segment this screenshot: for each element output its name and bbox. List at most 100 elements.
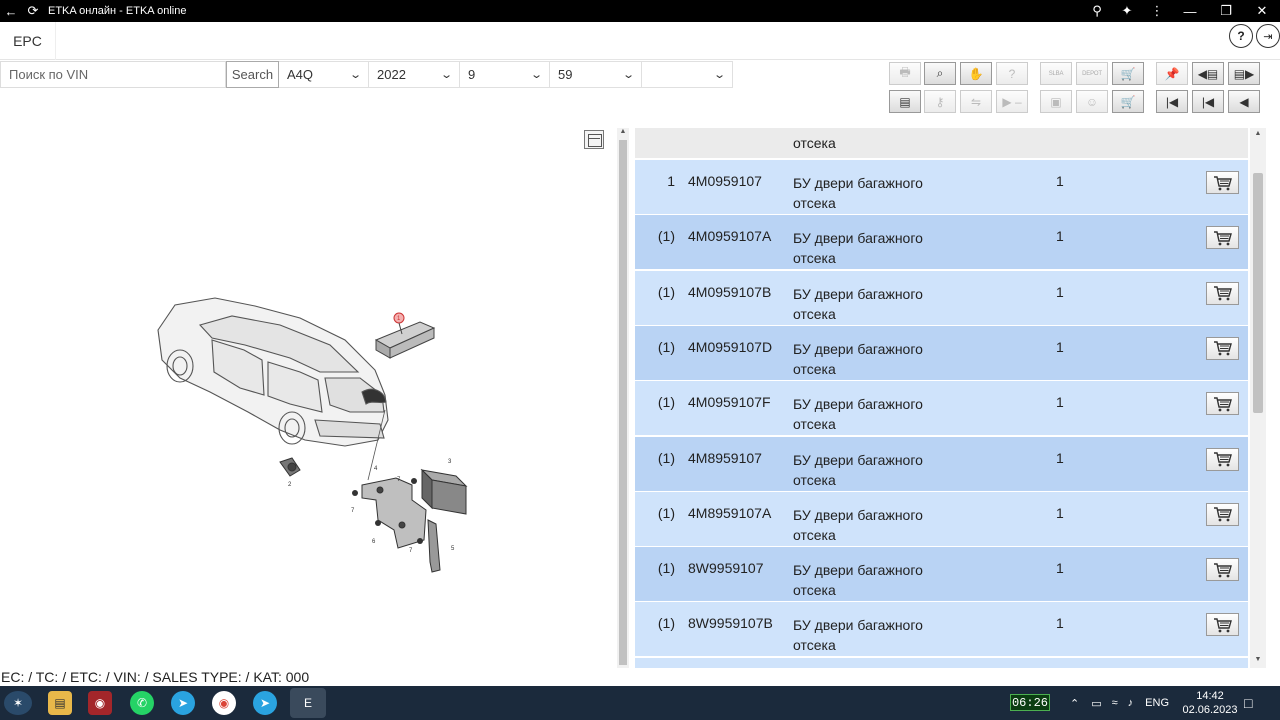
list-icon[interactable]: ▤ [889, 90, 921, 113]
prev-page-icon[interactable]: ◀▤ [1192, 62, 1224, 85]
table-row-partial[interactable] [635, 657, 1248, 668]
chrome-icon[interactable]: ◉ [212, 691, 236, 715]
table-row-partial[interactable]: отсека [635, 128, 1248, 159]
add-to-cart-button[interactable] [1206, 336, 1239, 360]
speaker-icon[interactable]: ♪ [1128, 697, 1134, 709]
extra-select[interactable]: ⌄ [642, 61, 733, 88]
callout-4[interactable]: 4 [374, 466, 378, 472]
notifications-icon[interactable]: □ [1244, 686, 1252, 720]
search-catalog-icon[interactable]: ⌕ [924, 62, 956, 85]
search-button[interactable]: Search [226, 61, 279, 88]
cart-icon [1213, 175, 1232, 190]
table-row[interactable]: (1) 4M0959107A 1 БУ двери багажного отсека [635, 215, 1248, 271]
next-page-icon[interactable]: ▤▶ [1228, 62, 1260, 85]
add-to-cart-button[interactable] [1206, 558, 1239, 582]
table-row[interactable]: (1) 4M8959107A 1 БУ двери багажного отсека [635, 491, 1248, 547]
prev-icon[interactable]: |◀ [1192, 90, 1224, 113]
add-to-cart-button[interactable] [1206, 281, 1239, 305]
start-icon[interactable]: ✶ [4, 691, 32, 715]
callout-6[interactable]: 6 [372, 539, 376, 545]
callout-7a[interactable]: 7 [351, 508, 355, 514]
table-row[interactable]: (1) 4M0959107B 1 БУ двери багажного отсека [635, 270, 1248, 326]
battery-icon[interactable]: ▭ [1091, 697, 1101, 710]
close-icon[interactable]: ✕ [1244, 0, 1280, 22]
help-button[interactable]: ? [1229, 24, 1253, 48]
part-position: 1 [667, 173, 675, 189]
table-row[interactable]: (1) 4M0959107D 1 БУ двери багажного отсека [635, 325, 1248, 381]
wifi-icon[interactable]: ≈ [1112, 697, 1118, 709]
add-to-cart-button[interactable] [1206, 502, 1239, 526]
table-row[interactable]: 1 4M0959107 1 БУ двери багажного отсека [635, 160, 1248, 215]
table-row[interactable]: (1) 4M8959107 1 БУ двери багажного отсека [635, 436, 1248, 492]
add-to-cart-button[interactable] [1206, 171, 1239, 194]
first-page-icon[interactable]: |◀ [1156, 90, 1188, 113]
cart-icon[interactable]: 🛒 [1112, 90, 1144, 113]
callout-7c[interactable]: 7 [409, 548, 413, 554]
pane-layout-toggle-icon[interactable] [584, 130, 604, 149]
zoom-icon[interactable]: ⚲ [1082, 0, 1112, 22]
part-quantity: 1 [1056, 394, 1064, 411]
table-row[interactable]: (1) 8W9959107 1 БУ двери багажного отсека [635, 547, 1248, 603]
telegram-icon[interactable]: ➤ [171, 691, 195, 715]
callout-3[interactable]: 3 [448, 459, 452, 465]
part-position: (1) [657, 394, 675, 411]
part-description: БУ двери багажного отсека [793, 615, 943, 655]
part-description: БУ двери багажного отсека [793, 284, 943, 324]
exit-icon[interactable]: ⇥ [1256, 24, 1280, 48]
add-to-cart-button[interactable] [1206, 392, 1239, 416]
add-to-cart-button[interactable] [1206, 613, 1239, 637]
menu-kebab-icon[interactable]: ⋮ [1142, 0, 1172, 22]
chevron-down-icon: ⌄ [621, 69, 635, 81]
illustration-scrollbar[interactable]: ▲ [617, 128, 629, 668]
file-explorer-icon[interactable]: ▤ [48, 691, 72, 715]
telegram-2-icon[interactable]: ➤ [253, 691, 277, 715]
part-quantity: 1 [1056, 504, 1064, 521]
minus-icon-glyph: ▶ – [1002, 94, 1022, 109]
scroll-up-icon[interactable]: ▲ [1250, 130, 1266, 137]
parts-scrollbar[interactable]: ▲ ▼ [1250, 128, 1266, 668]
part-position: (1) [657, 615, 675, 632]
add-to-cart-button[interactable] [1206, 226, 1239, 250]
table-row[interactable]: (1) 4M0959107F 1 БУ двери багажного отсека [635, 381, 1248, 437]
back-icon[interactable]: ◀ [1228, 90, 1260, 113]
tab-epc[interactable]: EPC [0, 22, 56, 60]
cart-icon [1213, 562, 1232, 577]
person-icon: ☺ [1076, 90, 1108, 113]
scroll-thumb[interactable] [619, 140, 627, 665]
subgroup-select[interactable]: 59 ⌄ [550, 61, 642, 88]
cart-arrow-icon[interactable]: 🛒 [1112, 62, 1144, 85]
part-description: БУ двери багажного отсека [793, 173, 943, 213]
scroll-up-icon[interactable]: ▲ [617, 128, 629, 140]
group-select[interactable]: 9 ⌄ [460, 61, 550, 88]
callout-2[interactable]: 2 [288, 482, 292, 488]
model-select[interactable]: A4Q ⌄ [279, 61, 369, 88]
pin-icon: 📌 [1156, 62, 1188, 85]
app-red-icon[interactable]: ◉ [88, 691, 112, 715]
back-arrow-icon[interactable]: ← [0, 0, 22, 22]
language-indicator[interactable]: ENG [1145, 697, 1169, 709]
reload-icon[interactable]: ⟳ [22, 0, 44, 22]
prev-page-icon-glyph: ◀▤ [1197, 66, 1219, 81]
callout-5[interactable]: 5 [451, 546, 455, 552]
cart-icon [1213, 231, 1232, 246]
scroll-down-icon[interactable]: ▼ [1250, 656, 1266, 663]
add-to-cart-button[interactable] [1206, 447, 1239, 471]
year-select[interactable]: 2022 ⌄ [369, 61, 460, 88]
system-tray: ⌃ ▭ ≈ ♪ ENG [1070, 686, 1169, 720]
parts-illustration: 1 2 3 4 5 6 7 7 7 [0, 128, 612, 668]
whatsapp-icon[interactable]: ✆ [130, 691, 154, 715]
vin-search-input[interactable] [0, 61, 226, 88]
part-quantity: 1 [1056, 173, 1064, 189]
etka-task-icon[interactable]: E [290, 688, 326, 718]
clock[interactable]: 14:42 02.06.2023 [1180, 689, 1240, 717]
table-row[interactable]: (1) 8W9959107B 1 БУ двери багажного отсека [635, 602, 1248, 658]
part-quantity: 1 [1056, 283, 1064, 300]
exploded-diagram: 1 2 3 4 5 6 7 7 7 [157, 297, 468, 573]
minimize-icon[interactable]: — [1172, 0, 1208, 22]
control-unit-part-3 [420, 468, 468, 515]
chevron-up-icon[interactable]: ⌃ [1070, 697, 1079, 710]
handshake-icon[interactable]: ✋ [960, 62, 992, 85]
scroll-thumb[interactable] [1253, 173, 1263, 413]
extensions-icon[interactable]: ✦ [1112, 0, 1142, 22]
restore-icon[interactable]: ❐ [1208, 0, 1244, 22]
